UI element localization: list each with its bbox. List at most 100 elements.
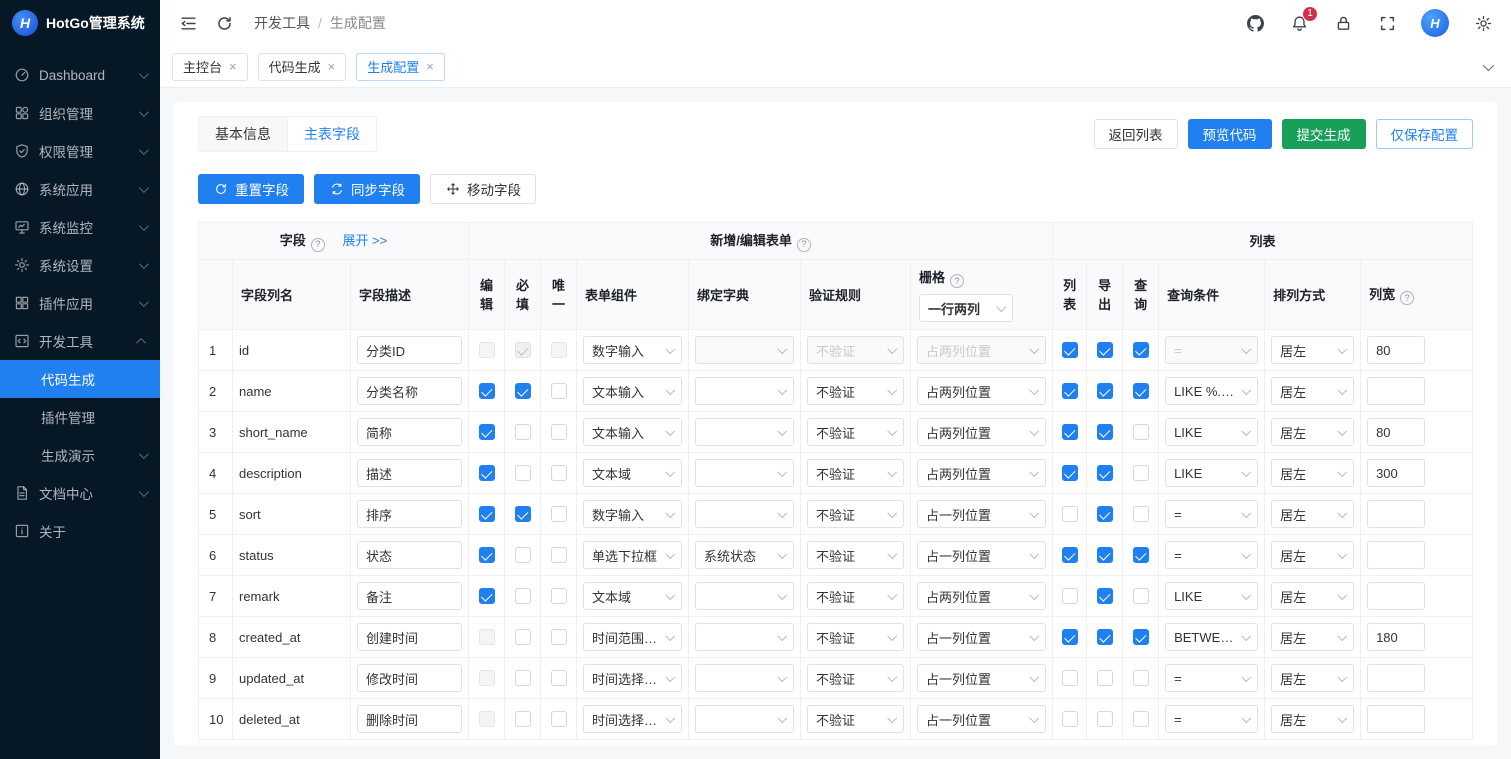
export-checkbox[interactable] [1096, 711, 1113, 728]
export-checkbox[interactable] [1096, 465, 1113, 482]
required-checkbox[interactable] [514, 629, 531, 646]
required-checkbox[interactable] [514, 588, 531, 605]
required-checkbox[interactable] [514, 547, 531, 564]
toolbar-button-2[interactable]: 移动字段 [430, 174, 536, 204]
export-checkbox[interactable] [1096, 670, 1113, 687]
grid-span-select[interactable]: 占一列位置 [917, 541, 1047, 569]
required-checkbox[interactable] [514, 383, 531, 400]
form-component-select[interactable]: 文本域 [583, 459, 683, 487]
collapse-menu-icon[interactable] [178, 13, 198, 33]
bind-dict-select[interactable] [695, 623, 795, 651]
help-icon[interactable]: ? [310, 237, 325, 252]
required-checkbox[interactable] [514, 670, 531, 687]
toolbar-button-1[interactable]: 同步字段 [314, 174, 420, 204]
query-condition-select[interactable]: LIKE [1165, 459, 1259, 487]
grid-span-select[interactable]: 占一列位置 [917, 664, 1047, 692]
toolbar-button-0[interactable]: 重置字段 [198, 174, 304, 204]
validate-rule-select[interactable]: 不验证 [807, 500, 905, 528]
list-checkbox[interactable] [1061, 588, 1078, 605]
unique-checkbox[interactable] [550, 711, 567, 728]
unique-checkbox[interactable] [550, 383, 567, 400]
sidebar-item-2[interactable]: 权限管理 [0, 132, 160, 170]
action-button-0[interactable]: 返回列表 [1093, 119, 1178, 149]
sidebar-item-6[interactable]: 插件应用 [0, 284, 160, 322]
bind-dict-select[interactable] [695, 418, 795, 446]
validate-rule-select[interactable]: 不验证 [807, 418, 905, 446]
align-select[interactable]: 居左 [1271, 336, 1355, 364]
grid-span-select[interactable]: 占一列位置 [917, 705, 1047, 733]
sidebar-item-5[interactable]: 系统设置 [0, 246, 160, 284]
edit-checkbox[interactable] [478, 588, 495, 605]
column-width-input[interactable] [1367, 377, 1426, 405]
validate-rule-select[interactable]: 不验证 [807, 664, 905, 692]
sidebar-item-11[interactable]: 文档中心 [0, 474, 160, 512]
query-checkbox[interactable] [1132, 342, 1149, 359]
column-width-input[interactable] [1367, 705, 1426, 733]
sidebar-item-4[interactable]: 系统监控 [0, 208, 160, 246]
bind-dict-select[interactable] [695, 582, 795, 610]
sidebar-item-7[interactable]: 开发工具 [0, 322, 160, 360]
field-desc-input[interactable] [357, 418, 463, 446]
form-component-select[interactable]: 数字输入 [583, 500, 683, 528]
query-condition-select[interactable]: LIKE %...% [1165, 377, 1259, 405]
grid-span-select[interactable]: 占一列位置 [917, 623, 1047, 651]
query-checkbox[interactable] [1132, 629, 1149, 646]
edit-checkbox[interactable] [478, 424, 495, 441]
tab-close-icon[interactable]: × [328, 60, 336, 73]
notifications-bell-icon[interactable]: 1 [1289, 6, 1318, 33]
help-icon[interactable]: ? [796, 237, 811, 252]
sidebar-item-10[interactable]: 生成演示 [0, 436, 160, 474]
validate-rule-select[interactable]: 不验证 [807, 377, 905, 405]
export-checkbox[interactable] [1096, 424, 1113, 441]
list-checkbox[interactable] [1061, 424, 1078, 441]
help-icon[interactable]: ? [1400, 291, 1415, 305]
breadcrumb-item[interactable]: 开发工具 [254, 13, 310, 33]
query-checkbox[interactable] [1132, 424, 1149, 441]
sidebar-item-1[interactable]: 组织管理 [0, 94, 160, 132]
column-width-input[interactable] [1367, 459, 1426, 487]
bind-dict-select[interactable] [695, 705, 795, 733]
validate-rule-select[interactable]: 不验证 [807, 582, 905, 610]
list-checkbox[interactable] [1061, 342, 1078, 359]
column-width-input[interactable] [1367, 664, 1426, 692]
lock-screen-icon[interactable] [1333, 13, 1353, 33]
align-select[interactable]: 居左 [1271, 664, 1355, 692]
query-checkbox[interactable] [1132, 506, 1149, 523]
grid-span-select[interactable]: 占两列位置 [917, 377, 1047, 405]
query-checkbox[interactable] [1132, 588, 1149, 605]
sidebar-item-0[interactable]: Dashboard [0, 56, 160, 94]
column-width-input[interactable] [1367, 582, 1426, 610]
bind-dict-select[interactable] [695, 500, 795, 528]
action-button-1[interactable]: 预览代码 [1187, 119, 1272, 149]
tab-chip-2[interactable]: 生成配置 × [356, 52, 445, 81]
form-component-select[interactable]: 时间范围选择 [583, 623, 683, 651]
export-checkbox[interactable] [1096, 588, 1113, 605]
query-condition-select[interactable]: BETWEEN [1165, 623, 1259, 651]
query-checkbox[interactable] [1132, 711, 1149, 728]
unique-checkbox[interactable] [550, 465, 567, 482]
form-component-select[interactable]: 文本输入 [583, 377, 683, 405]
validate-rule-select[interactable]: 不验证 [807, 705, 905, 733]
column-width-input[interactable] [1367, 623, 1426, 651]
required-checkbox[interactable] [514, 506, 531, 523]
align-select[interactable]: 居左 [1271, 418, 1355, 446]
form-component-select[interactable]: 文本输入 [583, 418, 683, 446]
required-checkbox[interactable] [514, 424, 531, 441]
field-desc-input[interactable] [357, 664, 463, 692]
field-desc-input[interactable] [357, 705, 463, 733]
form-component-select[interactable]: 数字输入 [583, 336, 683, 364]
tab-chip-0[interactable]: 主控台 × [172, 52, 248, 81]
list-checkbox[interactable] [1061, 629, 1078, 646]
form-component-select[interactable]: 时间选择(Y-... [583, 664, 683, 692]
query-checkbox[interactable] [1132, 547, 1149, 564]
form-component-select[interactable]: 时间选择(Y-... [583, 705, 683, 733]
align-select[interactable]: 居左 [1271, 582, 1355, 610]
bind-dict-select[interactable] [695, 664, 795, 692]
unique-checkbox[interactable] [550, 588, 567, 605]
field-desc-input[interactable] [357, 336, 463, 364]
grid-span-select[interactable]: 占两列位置 [917, 418, 1047, 446]
field-desc-input[interactable] [357, 541, 463, 569]
tab-close-icon[interactable]: × [229, 60, 237, 73]
validate-rule-select[interactable]: 不验证 [807, 459, 905, 487]
align-select[interactable]: 居左 [1271, 541, 1355, 569]
